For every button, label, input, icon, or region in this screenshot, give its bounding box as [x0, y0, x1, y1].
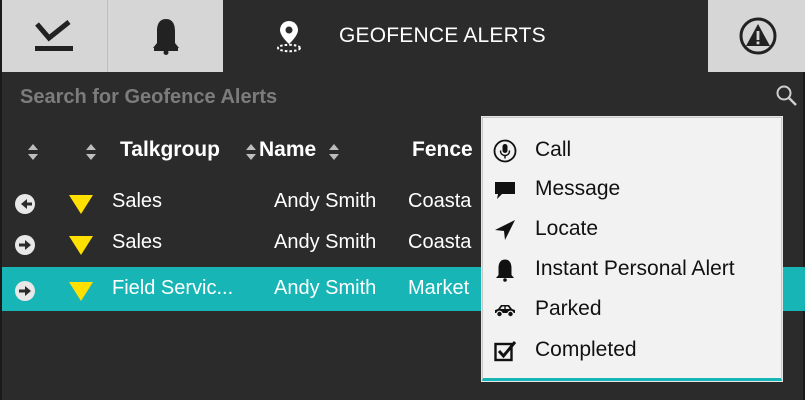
- cell-name: Andy Smith: [274, 231, 377, 253]
- speech-bubble-icon: [495, 182, 515, 199]
- emergency-triangle-icon: [739, 17, 776, 55]
- bell-icon: [496, 259, 514, 282]
- sort-icon[interactable]: [86, 144, 96, 160]
- yellow-triangle-icon: [69, 282, 93, 301]
- menu-item-label: Completed: [535, 338, 637, 361]
- tab-strip: GEOFENCE ALERTS: [2, 0, 805, 72]
- menu-item-call[interactable]: Call: [483, 130, 781, 170]
- enter-arrow-icon: [15, 235, 35, 255]
- search-input[interactable]: [20, 82, 720, 112]
- menu-item-completed[interactable]: Completed: [483, 330, 781, 370]
- tab-emergency[interactable]: [708, 0, 805, 72]
- cell-talkgroup: Sales: [112, 231, 163, 253]
- yellow-triangle-icon: [69, 195, 93, 214]
- checkbox-icon: [494, 341, 517, 362]
- yellow-triangle-icon: [69, 236, 93, 255]
- menu-item-parked[interactable]: Parked: [483, 289, 781, 329]
- cell-name: Andy Smith: [274, 277, 377, 299]
- tab-activity[interactable]: [2, 0, 108, 72]
- menu-item-label: Locate: [535, 217, 599, 240]
- sort-icon[interactable]: [28, 144, 38, 160]
- menu-item-instant-personal-alert[interactable]: Instant Personal Alert: [483, 249, 781, 289]
- cell-fence: Market: [408, 277, 470, 299]
- search-bar: [2, 72, 805, 122]
- column-header-name[interactable]: Name: [259, 138, 316, 162]
- geofence-pin-icon: [277, 21, 301, 53]
- sort-icon[interactable]: [246, 144, 256, 160]
- bell-icon: [152, 19, 179, 55]
- search-icon[interactable]: [775, 84, 799, 108]
- microphone-icon: [493, 139, 517, 163]
- column-header-fence[interactable]: Fence: [412, 138, 473, 162]
- menu-item-label: Call: [535, 138, 572, 161]
- tab-geofence-alerts[interactable]: GEOFENCE ALERTS: [223, 0, 708, 72]
- menu-item-label: Message: [535, 177, 621, 200]
- cell-talkgroup: Sales: [112, 190, 163, 212]
- checkmark-underline-icon: [34, 20, 73, 51]
- sort-icon[interactable]: [329, 144, 339, 160]
- context-menu: Call Message Locate Instant Personal Ale…: [482, 117, 782, 381]
- column-header-talkgroup[interactable]: Talkgroup: [120, 138, 220, 162]
- tab-title: GEOFENCE ALERTS: [339, 24, 546, 47]
- menu-item-locate[interactable]: Locate: [483, 209, 781, 249]
- geofence-alerts-panel: GEOFENCE ALERTS Talkgroup N: [0, 0, 805, 400]
- cell-talkgroup: Field Servic...: [112, 277, 234, 299]
- exit-arrow-icon: [15, 194, 35, 214]
- menu-item-label: Parked: [535, 297, 602, 320]
- enter-arrow-icon: [15, 281, 35, 301]
- navigation-arrow-icon: [495, 220, 515, 240]
- car-icon: [495, 305, 515, 318]
- cell-name: Andy Smith: [274, 190, 377, 212]
- menu-item-label: Instant Personal Alert: [535, 257, 735, 280]
- menu-item-message[interactable]: Message: [483, 169, 781, 209]
- cell-fence: Coasta: [408, 190, 472, 212]
- cell-fence: Coasta: [408, 231, 472, 253]
- tab-alerts[interactable]: [108, 0, 223, 72]
